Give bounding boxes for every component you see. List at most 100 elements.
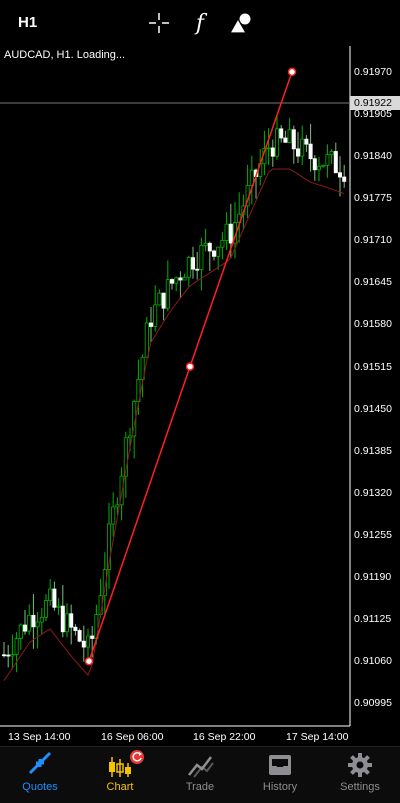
tab-settings[interactable]: Settings (320, 747, 400, 803)
candle-body (27, 614, 32, 632)
candle-body (44, 600, 49, 618)
tab-label: Trade (185, 781, 215, 793)
candle-body (52, 588, 57, 608)
tab-label: Quotes (22, 781, 58, 793)
candle-body (287, 129, 292, 143)
history-icon (269, 755, 291, 775)
price-tick-label: 0.91840 (354, 150, 392, 163)
candle-body (195, 268, 200, 271)
price-tick-label: 0.91970 (354, 65, 392, 78)
candle-body (111, 506, 116, 525)
gear-icon (348, 753, 372, 777)
candle-body (216, 246, 221, 257)
candle-body (10, 654, 15, 657)
candle-body (169, 279, 174, 284)
candle-body (312, 158, 317, 171)
candle-body (22, 624, 27, 632)
candle-body (199, 244, 204, 270)
price-tick-label: 0.91645 (354, 276, 392, 289)
candle-body (228, 223, 233, 244)
top-toolbar: H1 f (0, 0, 400, 46)
candle-body (186, 257, 191, 278)
price-tick-label: 0.91320 (354, 486, 392, 499)
trendline-point (185, 362, 195, 371)
candle-body (304, 138, 309, 145)
time-tick-label: 16 Sep 06:00 (101, 731, 164, 743)
tab-trade[interactable]: Trade (160, 747, 240, 803)
trendline-point (287, 67, 297, 77)
candle-body (333, 151, 338, 174)
function-icon[interactable]: f (187, 10, 213, 36)
candle-body (308, 143, 313, 160)
candle-body (165, 279, 170, 309)
price-chart (0, 46, 400, 727)
candle-body (270, 147, 275, 157)
tab-quotes[interactable]: Quotes (0, 747, 80, 803)
candle-body (295, 148, 300, 157)
candle-body (224, 223, 229, 241)
candle-body (178, 277, 183, 281)
chart-title: AUDCAD, H1. Loading... (4, 49, 126, 61)
price-tick-label: 0.91450 (354, 402, 392, 415)
shapes-icon[interactable] (228, 10, 254, 36)
candle-body (329, 151, 334, 156)
price-tick-label: 0.91255 (354, 528, 392, 541)
candle-body (342, 176, 347, 182)
candle-body (220, 240, 225, 248)
trendline-point (84, 656, 94, 666)
tab-history[interactable]: History (240, 747, 320, 803)
candle-body (182, 276, 187, 281)
candle-body (56, 605, 61, 608)
time-tick-label: 13 Sep 14:00 (8, 731, 71, 743)
quotes-icon (28, 751, 52, 775)
price-tick-label: 0.90995 (354, 697, 392, 710)
candle-body (266, 147, 271, 150)
candle-body (157, 292, 162, 306)
price-tick-label: 0.91125 (354, 613, 392, 626)
candle-body (127, 435, 132, 439)
candle-body (77, 630, 82, 642)
candle-body (190, 257, 195, 270)
price-tick-label: 0.91190 (354, 571, 392, 584)
candle-body (48, 588, 53, 601)
candle-body (2, 654, 7, 657)
candle-body (148, 322, 153, 327)
crosshair-icon[interactable] (146, 10, 172, 36)
candle-body (6, 654, 11, 657)
timeframe-button[interactable]: H1 (18, 14, 37, 31)
candle-body (174, 277, 179, 284)
candle-body (291, 129, 296, 150)
candle-body (35, 621, 40, 628)
candle-body (115, 504, 120, 508)
candle-body (73, 626, 78, 631)
price-tick-label: 0.91385 (354, 444, 392, 457)
candle-body (69, 613, 74, 628)
time-tick-label: 16 Sep 22:00 (193, 731, 256, 743)
candle-body (325, 154, 330, 166)
tab-chart[interactable]: Chart (80, 747, 160, 803)
candle-body (65, 613, 70, 633)
candle-body (274, 128, 279, 157)
time-tick-label: 17 Sep 14:00 (286, 731, 349, 743)
candle-body (90, 635, 95, 639)
price-tick-label: 0.91710 (354, 234, 392, 247)
candle-body (211, 250, 216, 257)
candle-body (153, 304, 158, 327)
refresh-badge-icon (130, 750, 144, 764)
candle-body (321, 164, 326, 167)
price-tick-label: 0.91580 (354, 318, 392, 331)
candle-body (207, 242, 212, 252)
candle-body (283, 137, 288, 143)
chart-area[interactable] (0, 46, 400, 746)
tab-label: History (262, 781, 298, 793)
candle-body (279, 128, 284, 139)
candle-body (31, 614, 36, 628)
current-price-badge: 0.91922 (350, 95, 400, 110)
candle-body (337, 172, 342, 178)
tab-label: Chart (106, 781, 134, 793)
bottom-tab-bar: Quotes Chart Trade History Settings (0, 746, 400, 803)
price-tick-label: 0.91515 (354, 360, 392, 373)
candle-body (203, 242, 208, 246)
price-tick-label: 0.91775 (354, 192, 392, 205)
candle-body (144, 322, 149, 358)
